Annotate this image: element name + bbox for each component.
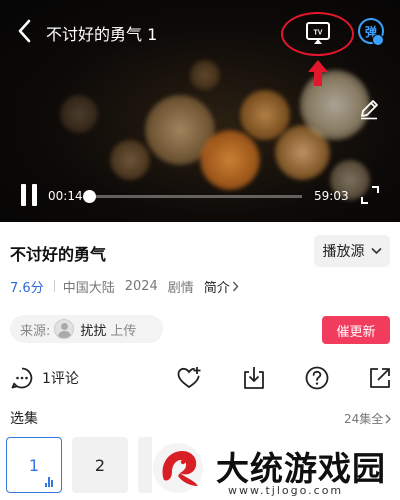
uploader-info[interactable]: 来源: 扰扰 上传 — [10, 315, 163, 343]
watermark: 大统游戏园 www.tjlogo.com — [150, 434, 400, 500]
source-prefix: 来源: — [20, 323, 51, 339]
progress-bar[interactable] — [82, 190, 302, 203]
urge-update-button[interactable]: 催更新 — [322, 316, 390, 344]
back-arrow-icon[interactable] — [14, 16, 36, 46]
episode-number: 1 — [28, 455, 40, 475]
action-bar: 1评论 — [0, 363, 400, 393]
favorite-heart-icon[interactable] — [176, 365, 202, 391]
chevron-down-icon — [370, 247, 382, 255]
download-icon[interactable] — [241, 365, 267, 391]
show-title: 不讨好的勇气 — [10, 245, 107, 264]
meta-row: 7.6分 中国大陆 2024 剧情 简介 — [10, 277, 239, 296]
episode-tile[interactable]: 2 — [72, 437, 128, 493]
watermark-logo-icon — [153, 443, 203, 493]
watermark-text: 大统游戏园 — [216, 449, 386, 488]
intro-link[interactable]: 简介 — [204, 277, 239, 296]
watermark-url: www.tjlogo.com — [228, 484, 344, 497]
player-controls: 00:14 59:03 — [0, 180, 400, 210]
rating: 7.6分 — [10, 280, 44, 296]
pause-icon-bar — [21, 184, 26, 206]
progress-knob[interactable] — [82, 190, 96, 203]
episode-number: 2 — [94, 455, 106, 475]
chevron-right-icon — [385, 414, 392, 423]
playing-indicator-icon — [45, 477, 55, 487]
play-source-button[interactable]: 播放源 — [314, 235, 390, 267]
avatar — [54, 319, 75, 339]
total-time: 59:03 — [314, 189, 349, 203]
divider — [53, 280, 55, 292]
help-icon[interactable] — [304, 365, 330, 391]
play-source-label: 播放源 — [322, 244, 365, 260]
video-player[interactable]: 不讨好的勇气 1 TV 弹 00:14 59:03 — [0, 0, 400, 222]
red-up-arrow-icon — [308, 60, 328, 86]
year: 2024 — [124, 278, 158, 294]
episodes-total: 24集全 — [344, 412, 384, 426]
tv-cast-icon[interactable]: TV — [305, 20, 331, 46]
comment-icon — [11, 367, 33, 389]
edit-pen-icon[interactable] — [358, 98, 380, 120]
share-icon[interactable] — [367, 365, 393, 391]
fullscreen-icon[interactable] — [360, 185, 380, 205]
chevron-right-icon — [232, 281, 239, 291]
episodes-total-link[interactable]: 24集全 — [344, 410, 392, 427]
video-title: 不讨好的勇气 1 — [46, 25, 158, 44]
intro-label: 简介 — [203, 280, 230, 296]
pause-icon-bar — [32, 184, 37, 206]
pause-button[interactable] — [20, 184, 38, 206]
current-time: 00:14 — [48, 189, 83, 203]
bokeh-light — [60, 95, 98, 133]
comment-count: 1评论 — [42, 371, 79, 387]
uploader-name: 扰扰 — [80, 323, 107, 339]
comment-button[interactable]: 1评论 — [10, 365, 79, 391]
episodes-label: 选集 — [10, 411, 38, 427]
danmu-check-badge — [372, 34, 384, 46]
upload-suffix: 上传 — [110, 323, 137, 339]
episode-tile[interactable]: 1 — [6, 437, 62, 493]
svg-text:TV: TV — [314, 30, 323, 37]
bokeh-light — [190, 60, 220, 90]
genre: 剧情 — [167, 280, 194, 296]
region: 中国大陆 — [62, 280, 115, 296]
bokeh-light — [110, 140, 150, 180]
